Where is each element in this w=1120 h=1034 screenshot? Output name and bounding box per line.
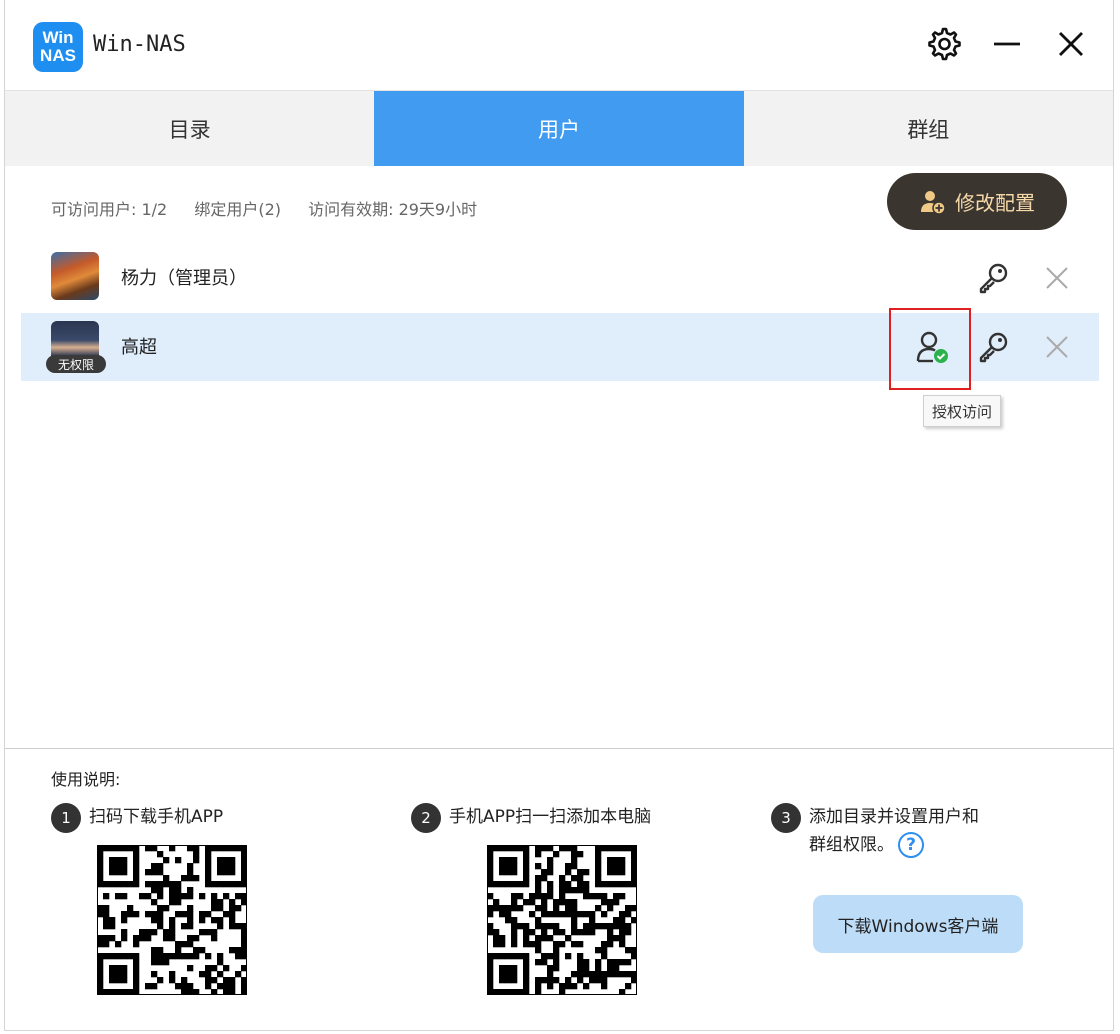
settings-button[interactable] [923, 24, 963, 64]
no-permission-badge: 无权限 [46, 355, 106, 373]
step-text: 添加目录并设置用户和 群组权限。? [809, 803, 979, 859]
minimize-icon [994, 42, 1020, 46]
user-name: 高超 [121, 337, 157, 358]
tab-bar: 目录 用户 群组 [5, 90, 1113, 166]
qr-code-graphic [96, 844, 248, 996]
step-number: 3 [771, 803, 801, 833]
user-info-bar: 可访问用户: 1/2 绑定用户(2) 访问有效期: 29天9小时 [51, 196, 499, 220]
modify-config-button[interactable]: 修改配置 [887, 173, 1067, 230]
tab-directory[interactable]: 目录 [5, 91, 374, 166]
grant-access-tooltip: 授权访问 [923, 395, 1002, 427]
step-text: 手机APP扫一扫添加本电脑 [449, 807, 652, 827]
logo-text-win: Win [42, 28, 74, 47]
close-icon [1046, 336, 1068, 358]
help-icon[interactable]: ? [898, 832, 924, 858]
bound-users-count: 绑定用户(2) [194, 200, 281, 219]
step-text-line2: 群组权限。 [809, 835, 894, 855]
app-title: Win-NAS [93, 32, 186, 57]
step-text-line1: 添加目录并设置用户和 [809, 807, 979, 827]
user-check-icon [916, 331, 948, 363]
title-bar: Win NAS Win-NAS [5, 0, 1113, 90]
step-3: 3 添加目录并设置用户和 群组权限。? [771, 803, 979, 859]
accessible-users-count: 可访问用户: 1/2 [51, 200, 168, 219]
logo-text-nas: NAS [40, 46, 76, 65]
user-row[interactable]: 无权限 高超 [21, 308, 1099, 390]
minimize-button[interactable] [987, 24, 1027, 64]
key-button[interactable] [973, 327, 1013, 367]
step-text: 扫码下载手机APP [89, 807, 224, 827]
modify-config-label: 修改配置 [955, 191, 1035, 215]
key-icon [979, 332, 1008, 363]
remove-user-button[interactable] [1037, 258, 1077, 298]
qr-code-add-computer [486, 844, 638, 996]
access-validity: 访问有效期: 29天9小时 [308, 200, 478, 219]
close-button[interactable] [1051, 24, 1091, 64]
key-button[interactable] [973, 258, 1013, 298]
tab-users[interactable]: 用户 [374, 91, 744, 166]
qr-code-graphic [486, 844, 638, 996]
user-name: 杨力（管理员） [121, 268, 247, 289]
gear-icon [928, 27, 961, 61]
download-windows-client-button[interactable]: 下载Windows客户端 [813, 895, 1023, 953]
grant-access-button[interactable] [913, 327, 953, 367]
add-user-icon [921, 190, 946, 215]
instructions-title: 使用说明: [51, 770, 121, 789]
step-number: 1 [51, 803, 81, 833]
app-logo: Win NAS [33, 22, 83, 72]
app-window: Win NAS Win-NAS 目录 用户 群组 可访问用户: 1/2 绑定用户… [4, 0, 1114, 1031]
tab-groups[interactable]: 群组 [744, 91, 1113, 166]
step-1: 1 扫码下载手机APP [51, 803, 223, 833]
user-row[interactable]: 杨力（管理员） [21, 244, 1099, 312]
step-2: 2 手机APP扫一扫添加本电脑 [411, 803, 651, 833]
avatar [51, 252, 99, 300]
key-icon [979, 263, 1008, 294]
close-icon [1059, 32, 1083, 56]
section-divider [5, 748, 1113, 749]
qr-code-app-download [96, 844, 248, 996]
step-number: 2 [411, 803, 441, 833]
remove-user-button[interactable] [1037, 327, 1077, 367]
close-icon [1046, 267, 1068, 289]
